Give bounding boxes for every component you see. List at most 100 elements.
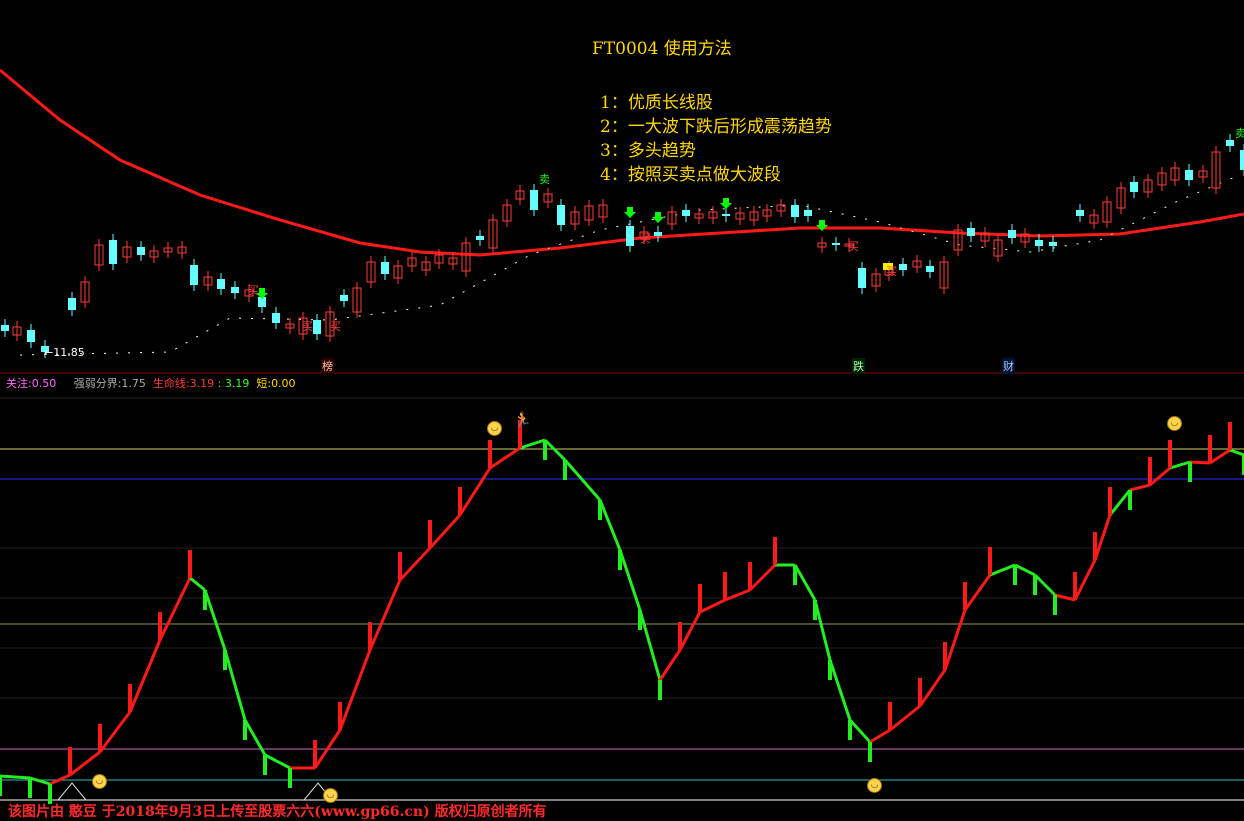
usage-note-1: 1：优质长线股 [600, 93, 713, 113]
indicator-curve [889, 704, 921, 732]
base-marker [57, 782, 87, 801]
event-tag-finance[interactable]: 财 [1002, 358, 1015, 374]
indicator-bar [1128, 490, 1132, 510]
focus-value: 0.50 [31, 377, 57, 390]
indicator-bar [638, 610, 642, 630]
candle-body [1130, 182, 1138, 192]
indicator-bar [1033, 575, 1037, 595]
indicator-bar [888, 702, 892, 730]
indicator-info-bar: 关注:0.50 强弱分界:1.75 生命线:3.19 : 3.19 短:0.00 [6, 377, 296, 390]
indicator-curve [748, 563, 777, 592]
indicator-bar [338, 702, 342, 730]
candle-body [1049, 242, 1057, 246]
indicator-curve [1093, 514, 1112, 561]
candle-body [804, 210, 812, 216]
candle-body [272, 313, 280, 323]
indicator-curve [428, 513, 462, 550]
indicator-bar [563, 460, 567, 480]
sell-marker: 卖 [1235, 127, 1244, 140]
indicator-bar [313, 740, 317, 768]
candle-body [137, 247, 145, 255]
indicator-bar [543, 440, 547, 460]
candle-body [1008, 230, 1016, 238]
indicator-curve [1129, 483, 1151, 492]
usage-notes: 1：优质长线股 2：一大波下跌后形成震荡趋势 3：多头趋势 4：按照买卖点做大波… [600, 91, 832, 187]
indicator-bar [658, 680, 662, 700]
indicator-curve [264, 753, 291, 770]
strength-label: 强弱分界: [73, 377, 122, 390]
indicator-curve [0, 774, 31, 780]
indicator-curve [918, 669, 947, 707]
indicator-curve [678, 611, 702, 651]
candle-body [231, 287, 239, 293]
indicator-curve [793, 564, 817, 601]
indicator-bar [68, 747, 72, 775]
candle-body [832, 243, 840, 245]
indicator-bar [598, 500, 602, 520]
event-tag-rank[interactable]: 榜 [321, 358, 334, 374]
indicator-bar [618, 550, 622, 570]
indicator-bar [748, 562, 752, 590]
sell-marker: 卖 [539, 173, 550, 186]
indicator-bar [203, 590, 207, 610]
candle-body [1185, 170, 1193, 180]
candle-body [190, 265, 198, 285]
indicator-curve [128, 639, 162, 713]
indicator-bar [918, 678, 922, 706]
smiley-icon: ◡ [867, 778, 882, 793]
indicator-curve [828, 659, 852, 721]
indicator-bar [428, 520, 432, 548]
indicator-bar [1168, 440, 1172, 468]
indicator-curve [458, 467, 492, 516]
down-arrow-icon [720, 198, 732, 209]
indicator-bar [458, 487, 462, 515]
runner-icon: 🏃 [513, 411, 532, 429]
indicator-curve [243, 719, 267, 756]
candle-body [682, 210, 690, 216]
indicator-bar [988, 547, 992, 575]
indicator-bar [678, 622, 682, 650]
event-tag-drop[interactable]: 跌 [852, 358, 865, 374]
candle-body [654, 232, 662, 236]
candle-body [109, 240, 117, 264]
indicator-bar [263, 755, 267, 775]
usage-note-3: 3：多头趋势 [600, 141, 696, 161]
indicator-curve [618, 549, 642, 611]
indicator-curve [543, 438, 567, 462]
indicator-bar [1013, 565, 1017, 585]
candle-body [313, 320, 321, 334]
indicator-bar [128, 684, 132, 712]
candle-body [530, 190, 538, 210]
indicator-curve [1169, 460, 1191, 470]
indicator-bar [288, 768, 292, 788]
indicator-bar [848, 720, 852, 740]
indicator-bar [1108, 487, 1112, 515]
candle-body [1226, 140, 1234, 146]
smiley-icon: ◡ [323, 788, 338, 803]
indicator-curve [943, 609, 967, 671]
indicator-curve [223, 649, 247, 721]
candle-body [858, 268, 866, 288]
indicator-bar [398, 552, 402, 580]
life-label: 生命线: [152, 377, 190, 390]
indicator-curve [563, 459, 602, 501]
indicator-bar [1093, 532, 1097, 560]
life-value-2: 3.19 [224, 377, 250, 390]
footer-copyright: 该图片由 憨豆 于2018年9月3日上传至股票六六(www.gp66.cn) 版… [8, 804, 547, 820]
candle-body [1035, 240, 1043, 246]
indicator-bar [813, 600, 817, 620]
buy-marker: 买 [248, 284, 259, 297]
life-value-1: 3.19 [189, 377, 215, 390]
candle-body [557, 205, 565, 225]
candle-body [476, 236, 484, 240]
short-value: 0.00 [271, 377, 296, 390]
candle-body [926, 266, 934, 272]
candle-body [722, 214, 730, 216]
indicator-curve [338, 649, 372, 731]
candle-body [1076, 210, 1084, 216]
indicator-curve [69, 750, 101, 777]
indicator-bar [488, 440, 492, 468]
short-label: 短: [256, 377, 272, 390]
indicator-bar [828, 660, 832, 680]
indicator-curve [1014, 563, 1036, 577]
